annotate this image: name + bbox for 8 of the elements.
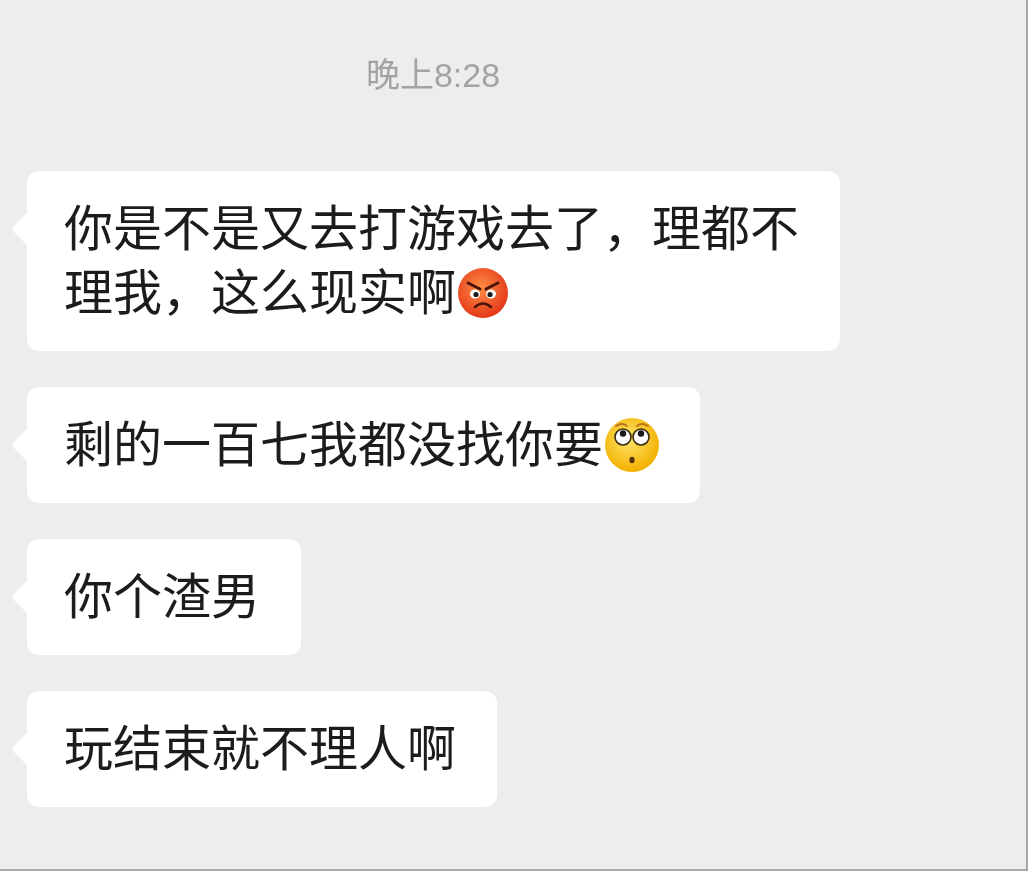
message-text: 玩结束就不理人啊 xyxy=(64,721,456,778)
message-timestamp: 晚上8:28 xyxy=(365,55,501,96)
angry-face-icon xyxy=(458,268,508,318)
message-text: 理我，这么现实啊 xyxy=(64,265,456,322)
message-text: 剩的一百七我都没找你要 xyxy=(64,417,603,474)
message-text: 你个渣男 xyxy=(64,569,260,626)
wide-eyed-face-icon xyxy=(605,418,659,472)
message-text: 你是不是又去打游戏去了，理都不 xyxy=(64,201,799,258)
